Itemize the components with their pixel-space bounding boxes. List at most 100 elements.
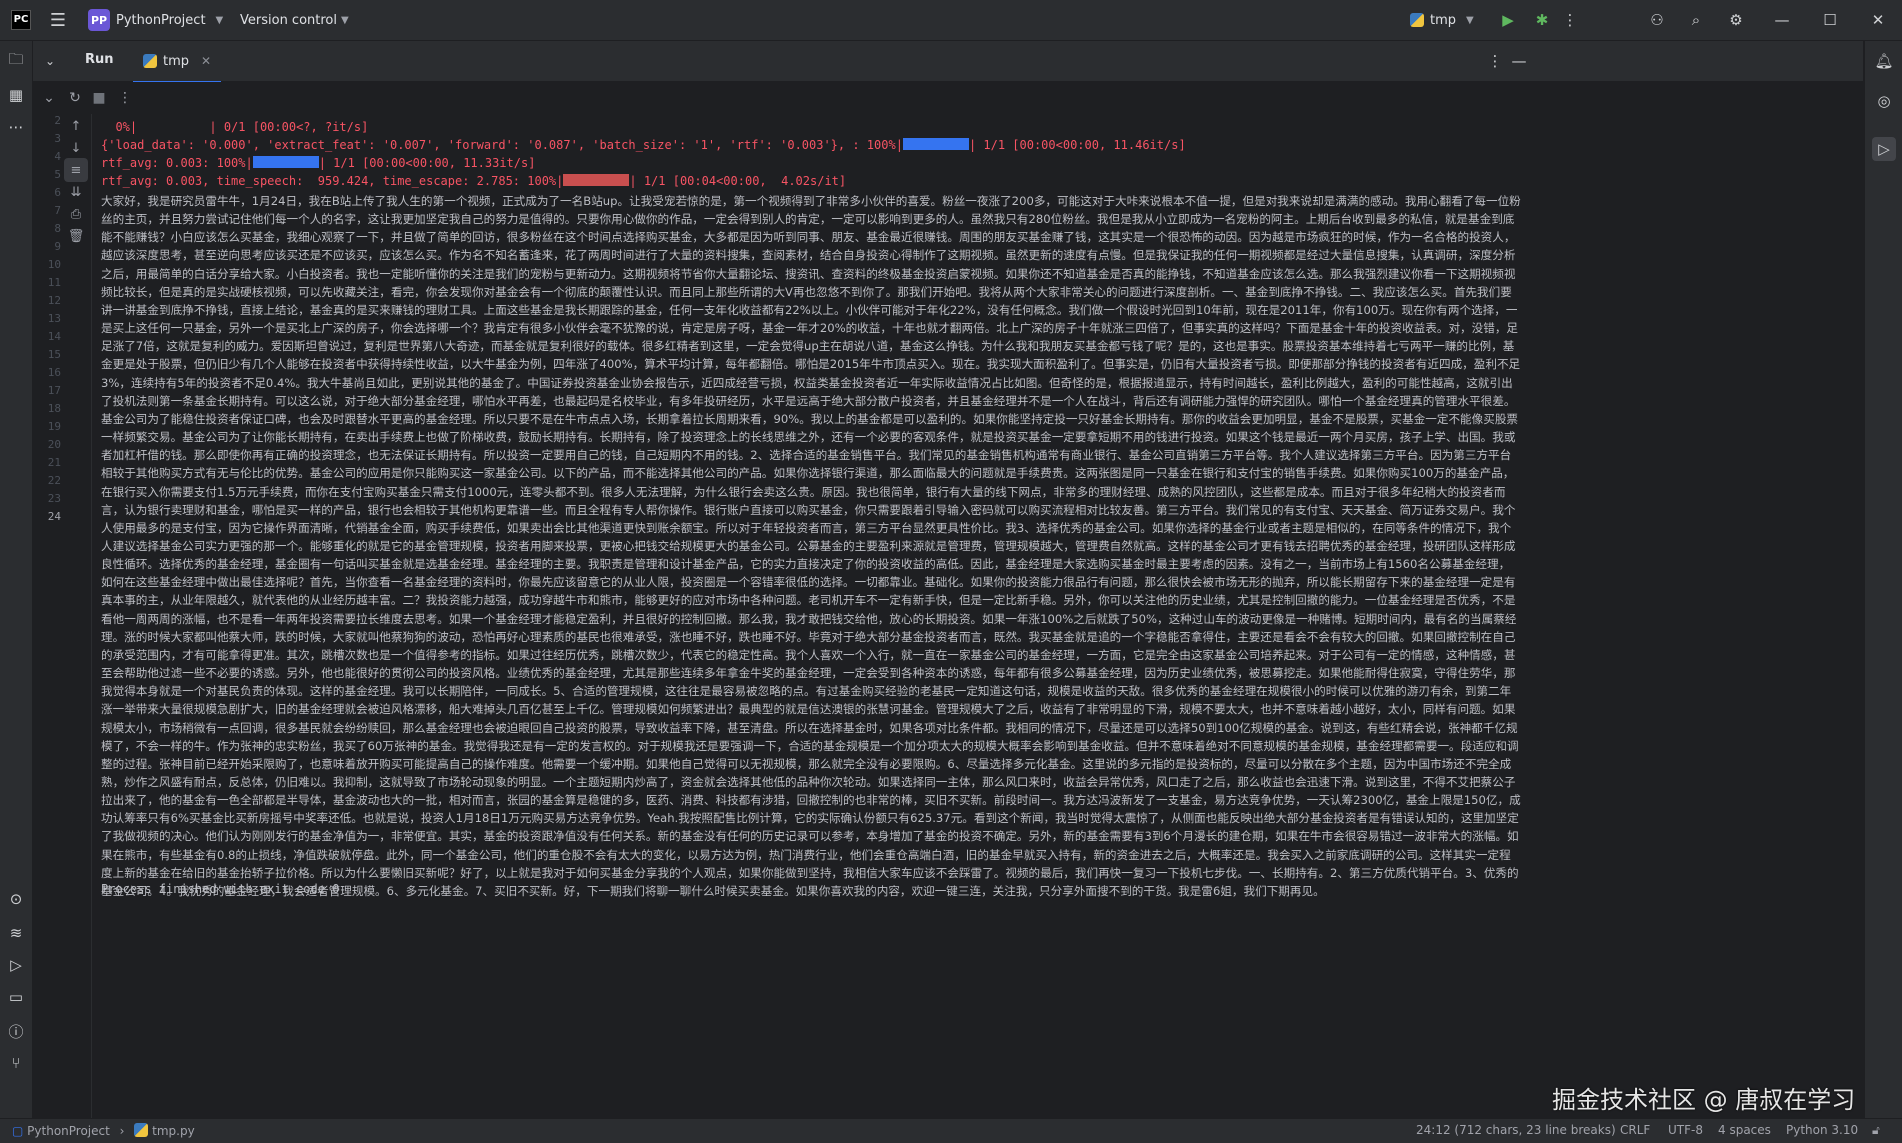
run-toolbar: ⌄ ↻ ■ ⋮ [33, 82, 1863, 114]
rerun-icon[interactable]: ↻ [63, 86, 87, 110]
terminal-icon[interactable]: ▭ [4, 985, 28, 1009]
tab-tmp[interactable]: tmp ✕ [133, 41, 222, 83]
stop-icon[interactable]: ■ [87, 86, 111, 110]
breadcrumb: ▢ PythonProject › tmp.py [12, 1123, 195, 1138]
settings-gear-icon[interactable]: ⚙ [1724, 8, 1748, 32]
line-number: 20 [47, 438, 61, 451]
tab-label: tmp [163, 53, 190, 69]
line-number: 19 [47, 420, 61, 433]
file-encoding[interactable]: UTF-8 [1668, 1123, 1703, 1137]
search-icon[interactable]: ⌕ [1684, 8, 1708, 32]
python-icon [1410, 13, 1424, 27]
soft-wrap-icon[interactable]: ≡ [64, 158, 88, 182]
notifications-bell-icon[interactable]: 🔔︎ [1872, 49, 1896, 73]
structure-icon[interactable]: ▦ [4, 83, 28, 107]
run-config-label: tmp [1430, 12, 1457, 28]
console-side-toolbar: ↑ ↓ ≡ ⇊ ⎙ 🗑︎ [61, 114, 92, 1118]
project-folder-icon[interactable]: 🗀 [4, 49, 28, 73]
version-control-label: Version control [240, 12, 337, 28]
line-number-gutter: 2 3 4 5 6 7 8 9 10 11 12 13 14 15 16 17 … [33, 114, 61, 1118]
project-selector[interactable]: PP PythonProject ▼ [88, 0, 223, 40]
status-bar: ▢ PythonProject › tmp.py 24:12 (712 char… [0, 1118, 1902, 1143]
line-number: 13 [47, 312, 61, 325]
line-number: 6 [54, 186, 61, 199]
line-number: 3 [54, 132, 61, 145]
line-number: 23 [47, 492, 61, 505]
version-control-menu[interactable]: Version control ▼ [240, 0, 349, 40]
line-number: 2 [54, 114, 61, 127]
line-number: 18 [47, 402, 61, 415]
breadcrumb-project[interactable]: PythonProject [27, 1124, 110, 1138]
minimize-icon[interactable]: — [1770, 8, 1794, 32]
line-number: 8 [54, 222, 61, 235]
close-icon[interactable]: ✕ [1866, 8, 1890, 32]
rtf-avg-line: rtf_avg: 0.003: 100%| | 1/1 [00:00<00:00,… [101, 156, 536, 170]
line-number: 5 [54, 168, 61, 181]
maximize-icon[interactable]: ☐ [1818, 8, 1842, 32]
scroll-down-icon[interactable]: ↓ [64, 136, 88, 160]
breadcrumb-file[interactable]: tmp.py [152, 1124, 195, 1138]
app-logo[interactable]: PC [10, 0, 32, 40]
line-number: 21 [47, 456, 61, 469]
chevron-down-icon: ▼ [1466, 14, 1474, 26]
collapse-chevron-icon[interactable]: ⌄ [37, 86, 61, 110]
main-menu-icon[interactable]: ☰ [46, 0, 70, 40]
title-bar: PC ☰ PP PythonProject ▼ Version control … [0, 0, 1902, 41]
project-name: PythonProject [116, 12, 206, 28]
python-icon [134, 1123, 149, 1137]
chevron-down-icon: ▼ [341, 14, 349, 26]
cursor-position[interactable]: 24:12 (712 chars, 23 line breaks) [1416, 1123, 1616, 1137]
progress-bar-fill [252, 156, 319, 168]
chevron-right-icon: › [119, 1124, 125, 1138]
ai-assistant-icon[interactable]: ◎ [1872, 89, 1896, 113]
more-actions-icon[interactable]: ⋮ [1558, 8, 1582, 32]
line-ending[interactable]: CRLF [1620, 1123, 1650, 1137]
line-number: 22 [47, 474, 61, 487]
scroll-to-end-icon[interactable]: ⇊ [64, 180, 88, 204]
project-badge: PP [88, 9, 110, 31]
line-number: 15 [47, 348, 61, 361]
run-panel-icon[interactable]: ▷ [1872, 137, 1896, 161]
result-dict-line: {'load_data': '0.000', 'extract_feat': '… [101, 138, 1186, 152]
clear-trash-icon[interactable]: 🗑︎ [64, 224, 88, 248]
more-actions-icon[interactable]: ⋮ [113, 86, 137, 110]
python-interpreter[interactable]: Python 3.10 [1786, 1123, 1858, 1137]
line-number: 11 [47, 276, 61, 289]
progress-bar-fill [902, 138, 969, 150]
layers-icon[interactable]: ≋ [4, 921, 28, 945]
problems-icon[interactable]: ⓘ [4, 1019, 28, 1043]
process-exit-line: Process finished with exit code 0 [101, 882, 340, 896]
line-number: 24 [47, 510, 61, 523]
more-tools-icon[interactable]: ⋯ [4, 115, 28, 139]
toolwindow-title: Run [85, 52, 114, 67]
line-number: 7 [54, 204, 61, 217]
debug-icon[interactable]: ✱ [1530, 8, 1554, 32]
line-number: 12 [47, 294, 61, 307]
left-tool-strip: 🗀 ▦ ⋯ ⊙ ≋ ▷ ▭ ⓘ ⑂ [0, 41, 33, 1118]
scroll-up-icon[interactable]: ↑ [64, 114, 88, 138]
module-icon: ▢ [12, 1124, 24, 1138]
python-icon [143, 54, 157, 68]
more-options-icon[interactable]: ⋮ [1483, 49, 1507, 73]
line-number: 4 [54, 150, 61, 163]
run-console-output[interactable]: 0%| | 0/1 [00:00<?, ?it/s] {'load_data':… [92, 114, 1852, 1118]
line-number: 10 [47, 258, 61, 271]
chevron-down-icon[interactable]: ⌄ [38, 49, 62, 73]
progress-bar-fill [563, 174, 630, 186]
line-number: 17 [47, 384, 61, 397]
add-user-icon[interactable]: ⚇ [1645, 8, 1669, 32]
rtf-time-line: rtf_avg: 0.003, time_speech: 959.424, ti… [101, 174, 847, 188]
run-icon[interactable]: ▶ [1496, 8, 1520, 32]
line-number: 9 [54, 240, 61, 253]
git-branch-icon[interactable]: ⑂ [4, 1051, 28, 1075]
run-configuration-selector[interactable]: tmp ▼ [1410, 0, 1474, 40]
lock-icon[interactable]: 🔓︎ [1872, 1123, 1880, 1138]
transcript-text: 大家好，我是研究员雷牛牛，1月24日，我在B站上传了我人生的第一个视频，正式成为… [101, 194, 1521, 898]
chevron-down-icon: ▼ [215, 14, 224, 26]
print-icon[interactable]: ⎙ [64, 202, 88, 226]
close-tab-icon[interactable]: ✕ [201, 54, 211, 68]
indent-setting[interactable]: 4 spaces [1718, 1123, 1771, 1137]
hide-panel-icon[interactable]: — [1507, 49, 1531, 73]
python-packages-icon[interactable]: ⊙ [4, 887, 28, 911]
services-run-icon[interactable]: ▷ [4, 953, 28, 977]
